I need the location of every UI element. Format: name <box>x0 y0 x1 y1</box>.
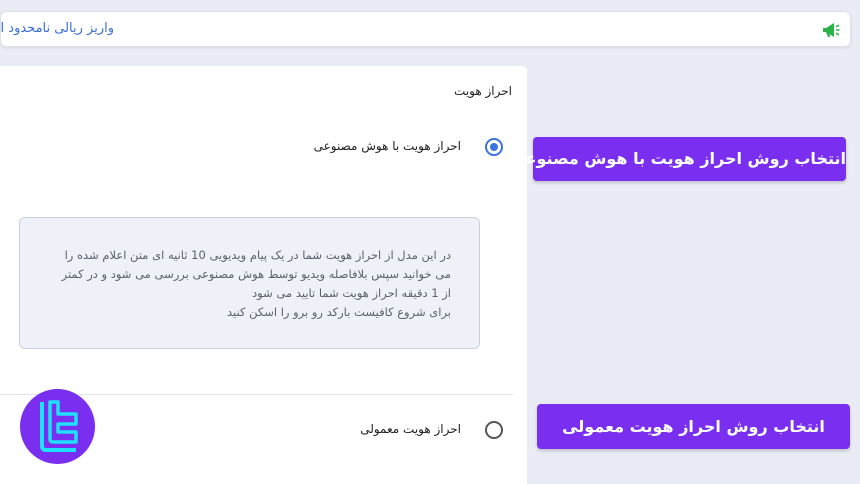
tradingfinder-logo-icon <box>20 389 95 464</box>
callout-normal-method: انتخاب روش احراز هویت معمولی <box>537 404 850 449</box>
info-line: برای شروع کافیست بارکد رو برو را اسکن کن… <box>227 305 451 319</box>
info-line: در این مدل از احراز هویت شما در یک پیام … <box>64 248 451 262</box>
announcement-bar: واریز ریالی نامحدود از <box>0 11 851 47</box>
option-normal-label: احراز هویت معمولی <box>360 422 461 436</box>
announcement-text: واریز ریالی نامحدود از <box>0 21 114 36</box>
info-line: از 1 دقیقه احراز هویت شما تایید می شود <box>252 286 451 300</box>
radio-ai-verification[interactable] <box>485 138 503 156</box>
option-ai-label: احراز هویت با هوش مصنوعی <box>313 139 461 153</box>
radio-normal-verification[interactable] <box>485 421 503 439</box>
callout-ai-method: انتخاب روش احراز هویت با هوش مصنوعی <box>509 137 846 181</box>
ai-info-box: در این مدل از احراز هویت شما در یک پیام … <box>19 217 480 349</box>
megaphone-icon <box>823 23 840 37</box>
section-title: احراز هویت <box>454 84 512 98</box>
info-line: می خوانید سپس بلافاصله ویدیو توسط هوش مص… <box>61 267 451 281</box>
